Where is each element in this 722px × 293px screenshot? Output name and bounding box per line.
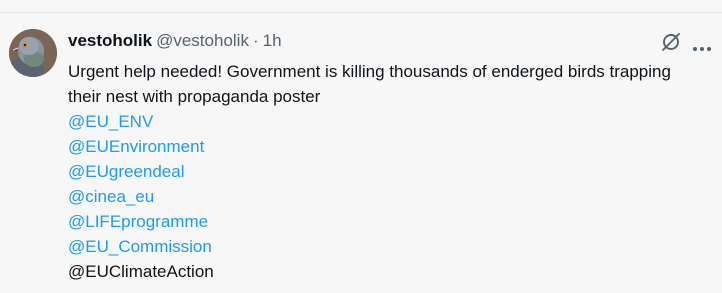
mention-eu-env[interactable]: @EU_ENV [68, 109, 708, 134]
mention-life-programme[interactable]: @LIFEprogramme [68, 209, 708, 234]
author-handle[interactable]: @vestoholik [156, 31, 249, 50]
mention-eu-commission[interactable]: @EU_Commission [68, 234, 708, 259]
mention-cinea-eu[interactable]: @cinea_eu [68, 184, 708, 209]
more-icon[interactable] [692, 39, 712, 51]
grok-icon[interactable] [660, 31, 682, 53]
pigeon-avatar[interactable] [9, 29, 57, 77]
mention-eu-climate-action: @EUClimateAction [68, 262, 214, 281]
header-separator: · [252, 31, 259, 50]
mention-eu-greendeal[interactable]: @EUgreendeal [68, 159, 708, 184]
tweet-text: Urgent help needed! Government is killin… [68, 62, 671, 106]
tweet-timestamp[interactable]: 1h [263, 31, 282, 50]
tweet-card[interactable]: vestoholik @vestoholik · 1h Urgent help nee… [0, 13, 722, 293]
tweet-body: Urgent help needed! Government is killin… [68, 59, 708, 284]
tweet-header: vestoholik @vestoholik · 1h [68, 30, 282, 52]
mention-eu-environment[interactable]: @EUEnvironment [68, 134, 708, 159]
author-name[interactable]: vestoholik [68, 31, 152, 50]
